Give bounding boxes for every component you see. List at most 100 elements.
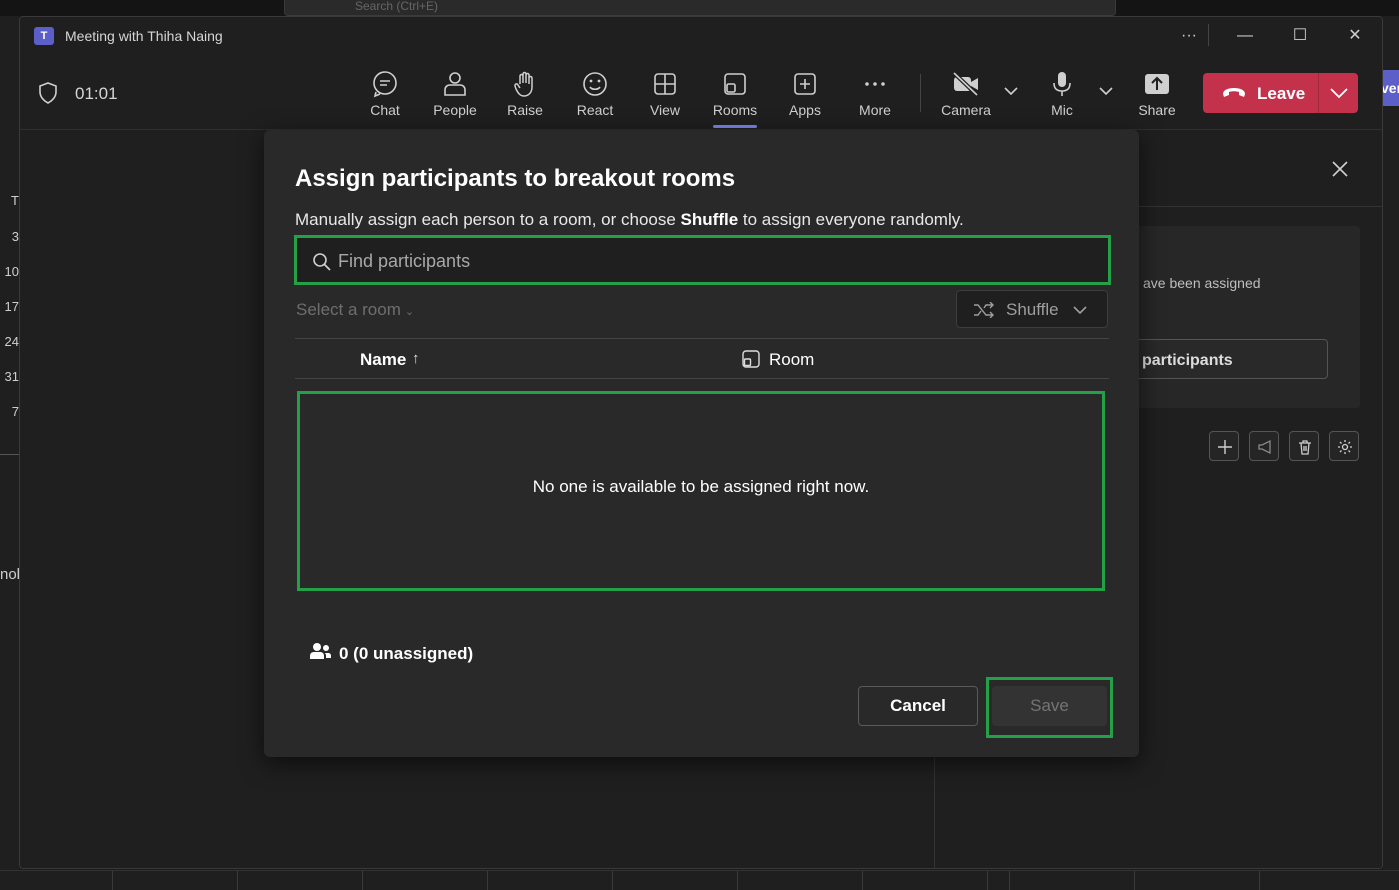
plus-icon xyxy=(1218,440,1232,454)
table-header-bottom-border xyxy=(295,378,1109,379)
raise-label: Raise xyxy=(507,102,543,118)
room-settings-button[interactable] xyxy=(1329,431,1359,461)
ellipsis-icon xyxy=(865,82,885,86)
teams-logo-icon: T xyxy=(34,27,54,45)
select-room-label: Select a room xyxy=(296,300,401,319)
save-button[interactable]: Save xyxy=(992,686,1107,726)
calendar-day-number: 24 xyxy=(4,334,19,349)
calendar-day-letter: T xyxy=(11,193,19,208)
toolbar-divider xyxy=(920,74,921,112)
rooms-button[interactable]: Rooms xyxy=(704,66,766,128)
room-icon xyxy=(742,350,760,368)
camera-label: Camera xyxy=(941,102,991,118)
people-button[interactable]: People xyxy=(424,66,486,126)
camera-off-icon xyxy=(952,71,979,97)
camera-options-chevron-icon[interactable] xyxy=(1004,86,1018,96)
people-count-icon xyxy=(310,643,331,659)
select-room-dropdown[interactable]: Select a room ⌄ xyxy=(296,300,414,320)
find-participants-field[interactable] xyxy=(294,235,1111,285)
mic-icon xyxy=(1053,72,1071,96)
add-room-button[interactable] xyxy=(1209,431,1239,461)
grid-icon xyxy=(654,73,676,95)
view-label: View xyxy=(649,102,681,118)
participant-count: 0 (0 unassigned) xyxy=(339,644,474,663)
trash-icon xyxy=(1299,440,1311,455)
megaphone-icon xyxy=(1258,439,1271,455)
background-search-box[interactable]: Search (Ctrl+E) xyxy=(284,0,1116,16)
announcement-button[interactable] xyxy=(1249,431,1279,461)
more-label: More xyxy=(859,102,891,118)
shield-icon xyxy=(39,82,57,104)
leave-options-button[interactable] xyxy=(1319,73,1358,113)
leave-button[interactable]: Leave xyxy=(1203,73,1318,113)
react-button[interactable]: React xyxy=(564,66,626,126)
background-join-button[interactable]: ven xyxy=(1381,70,1399,106)
more-button[interactable]: More xyxy=(844,66,906,126)
view-button[interactable]: View xyxy=(634,66,696,126)
react-label: React xyxy=(576,102,614,118)
assign-participants-dialog: Assign participants to breakout rooms Ma… xyxy=(264,130,1139,757)
background-right-edge xyxy=(1383,16,1399,890)
description-text-end: to assign everyone randomly. xyxy=(738,210,964,229)
title-bar: T Meeting with Thiha Naing ··· — ☐ ✕ xyxy=(20,17,1382,54)
share-label: Share xyxy=(1138,102,1176,118)
calendar-day-number: 7 xyxy=(11,404,19,419)
close-icon[interactable] xyxy=(1330,159,1350,179)
meeting-toolbar: 01:01 Chat People Raise React View Rooms xyxy=(20,54,1382,130)
participants-list-empty: No one is available to be assigned right… xyxy=(297,391,1105,591)
shuffle-label: Shuffle xyxy=(1006,300,1059,319)
camera-button[interactable]: Camera xyxy=(935,66,997,126)
raise-hand-button[interactable]: Raise xyxy=(494,66,556,126)
plus-square-icon xyxy=(794,73,816,95)
maximize-button[interactable]: ☐ xyxy=(1285,23,1315,49)
chevron-down-icon xyxy=(1073,306,1087,315)
cancel-button[interactable]: Cancel xyxy=(858,686,978,726)
table-header-top-border xyxy=(295,338,1109,339)
chat-button[interactable]: Chat xyxy=(354,66,416,126)
hang-up-icon xyxy=(1223,88,1245,97)
more-options-button[interactable]: ··· xyxy=(1174,23,1204,49)
dialog-title: Assign participants to breakout rooms xyxy=(295,165,736,192)
meeting-timer: 01:01 xyxy=(75,84,118,103)
mic-label: Mic xyxy=(1051,102,1073,118)
delete-rooms-button[interactable] xyxy=(1289,431,1319,461)
smiley-icon xyxy=(583,72,607,96)
mic-button[interactable]: Mic xyxy=(1031,66,1093,126)
active-tab-indicator xyxy=(713,125,757,128)
column-header-room[interactable]: Room xyxy=(769,350,814,370)
save-button-highlight: Save xyxy=(986,677,1113,738)
description-text: Manually assign each person to a room, o… xyxy=(295,210,681,229)
chat-icon xyxy=(373,71,397,98)
find-participants-input[interactable] xyxy=(338,249,1078,273)
apps-button[interactable]: Apps xyxy=(774,66,836,126)
calendar-divider xyxy=(0,454,19,455)
minimize-button[interactable]: — xyxy=(1230,23,1260,49)
share-button[interactable]: Share xyxy=(1126,66,1188,126)
share-icon xyxy=(1145,74,1169,94)
calendar-day-number: 10 xyxy=(4,264,19,279)
gear-icon xyxy=(1338,440,1352,454)
leave-label: Leave xyxy=(1257,84,1306,103)
background-calendar-column xyxy=(0,16,19,890)
mic-options-chevron-icon[interactable] xyxy=(1099,86,1113,96)
shuffle-button[interactable]: Shuffle xyxy=(956,290,1108,328)
empty-state-message: No one is available to be assigned right… xyxy=(532,477,870,496)
calendar-fragment-text: nol xyxy=(0,566,21,583)
chat-label: Chat xyxy=(370,102,400,118)
shuffle-icon xyxy=(974,302,994,318)
chevron-down-icon xyxy=(1330,88,1348,99)
rooms-label: Rooms xyxy=(712,102,758,118)
sort-ascending-icon[interactable]: ↑ xyxy=(412,350,420,367)
people-icon xyxy=(444,72,466,96)
description-shuffle-word: Shuffle xyxy=(680,210,739,229)
calendar-day-number: 3 xyxy=(11,229,19,244)
apps-label: Apps xyxy=(789,102,821,118)
close-window-button[interactable]: ✕ xyxy=(1340,23,1370,49)
column-header-name[interactable]: Name xyxy=(360,350,406,370)
dialog-description: Manually assign each person to a room, o… xyxy=(295,210,964,230)
panel-status-text: ave been assigned xyxy=(1143,275,1261,291)
calendar-day-number: 17 xyxy=(4,299,19,314)
calendar-day-number: 31 xyxy=(4,369,19,384)
background-calendar-grid xyxy=(0,870,1399,890)
search-icon xyxy=(313,253,331,271)
